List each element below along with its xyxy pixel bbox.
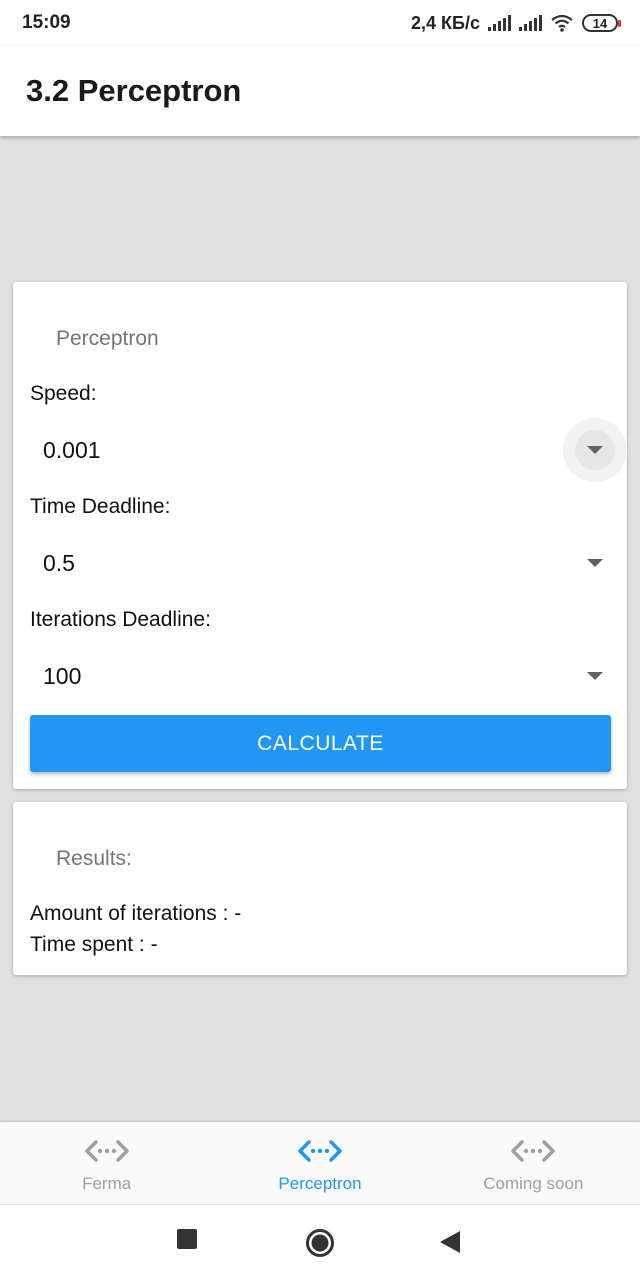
recent-apps-button[interactable] <box>177 1229 197 1254</box>
time-deadline-select[interactable]: 0.5 <box>30 538 612 588</box>
app-bar: 3.2 Perceptron <box>0 46 640 136</box>
iterations-deadline-label: Iterations Deadline: <box>30 608 211 631</box>
chevron-down-icon <box>587 446 603 454</box>
network-speed: 2,4 КБ/с <box>411 12 480 33</box>
card-title: Perceptron <box>56 327 159 350</box>
nav-item-perceptron[interactable]: Perceptron <box>213 1122 426 1204</box>
status-bar: 15:09 2,4 КБ/с 14 <box>0 0 640 46</box>
status-icons: 2,4 КБ/с 14 <box>411 12 621 34</box>
iterations-deadline-dropdown-button[interactable] <box>563 644 627 708</box>
system-navigation-bar <box>0 1204 640 1280</box>
nav-label-coming-soon: Coming soon <box>483 1174 584 1193</box>
code-arrows-icon <box>298 1140 342 1162</box>
square-icon <box>177 1229 197 1249</box>
circle-icon <box>306 1229 334 1257</box>
time-deadline-label: Time Deadline: <box>30 495 171 518</box>
page-title: 3.2 Perceptron <box>26 73 242 108</box>
home-button[interactable] <box>305 1228 335 1263</box>
back-triangle-icon <box>440 1231 460 1253</box>
time-result: Time spent : - <box>30 933 158 956</box>
iterations-deadline-value: 100 <box>43 662 82 689</box>
nav-item-ferma[interactable]: Ferma <box>0 1122 213 1204</box>
iterations-deadline-select[interactable]: 100 <box>30 651 612 701</box>
iterations-result: Amount of iterations : - <box>30 902 242 925</box>
nav-label-ferma: Ferma <box>82 1174 132 1193</box>
chevron-down-icon <box>587 559 603 567</box>
calculate-button[interactable]: CALCULATE <box>30 715 611 772</box>
time-deadline-dropdown-button[interactable] <box>563 531 627 595</box>
results-card: Results: Amount of iterations : - Time s… <box>13 802 627 975</box>
time-deadline-value: 0.5 <box>43 549 75 576</box>
perceptron-card: Perceptron Speed: 0.001 Time Deadline: 0… <box>13 282 627 789</box>
nav-label-perceptron: Perceptron <box>278 1174 362 1193</box>
back-button[interactable] <box>440 1231 460 1258</box>
results-title: Results: <box>56 847 132 870</box>
signal-2-icon <box>519 15 542 31</box>
code-arrows-icon <box>511 1140 556 1162</box>
chevron-down-icon <box>587 672 603 680</box>
speed-select[interactable]: 0.001 <box>30 418 627 482</box>
signal-1-icon <box>488 15 511 31</box>
bottom-navigation: Ferma Perceptron Coming soon <box>0 1122 640 1204</box>
battery-level: 14 <box>592 15 608 31</box>
speed-dropdown-button[interactable] <box>563 418 627 482</box>
wifi-icon <box>551 14 573 32</box>
code-arrows-icon <box>84 1140 129 1162</box>
speed-value: 0.001 <box>43 436 101 463</box>
nav-item-coming-soon[interactable]: Coming soon <box>427 1122 640 1204</box>
battery-icon: 14 <box>582 14 621 32</box>
status-time: 15:09 <box>22 12 71 33</box>
speed-label: Speed: <box>30 382 97 405</box>
